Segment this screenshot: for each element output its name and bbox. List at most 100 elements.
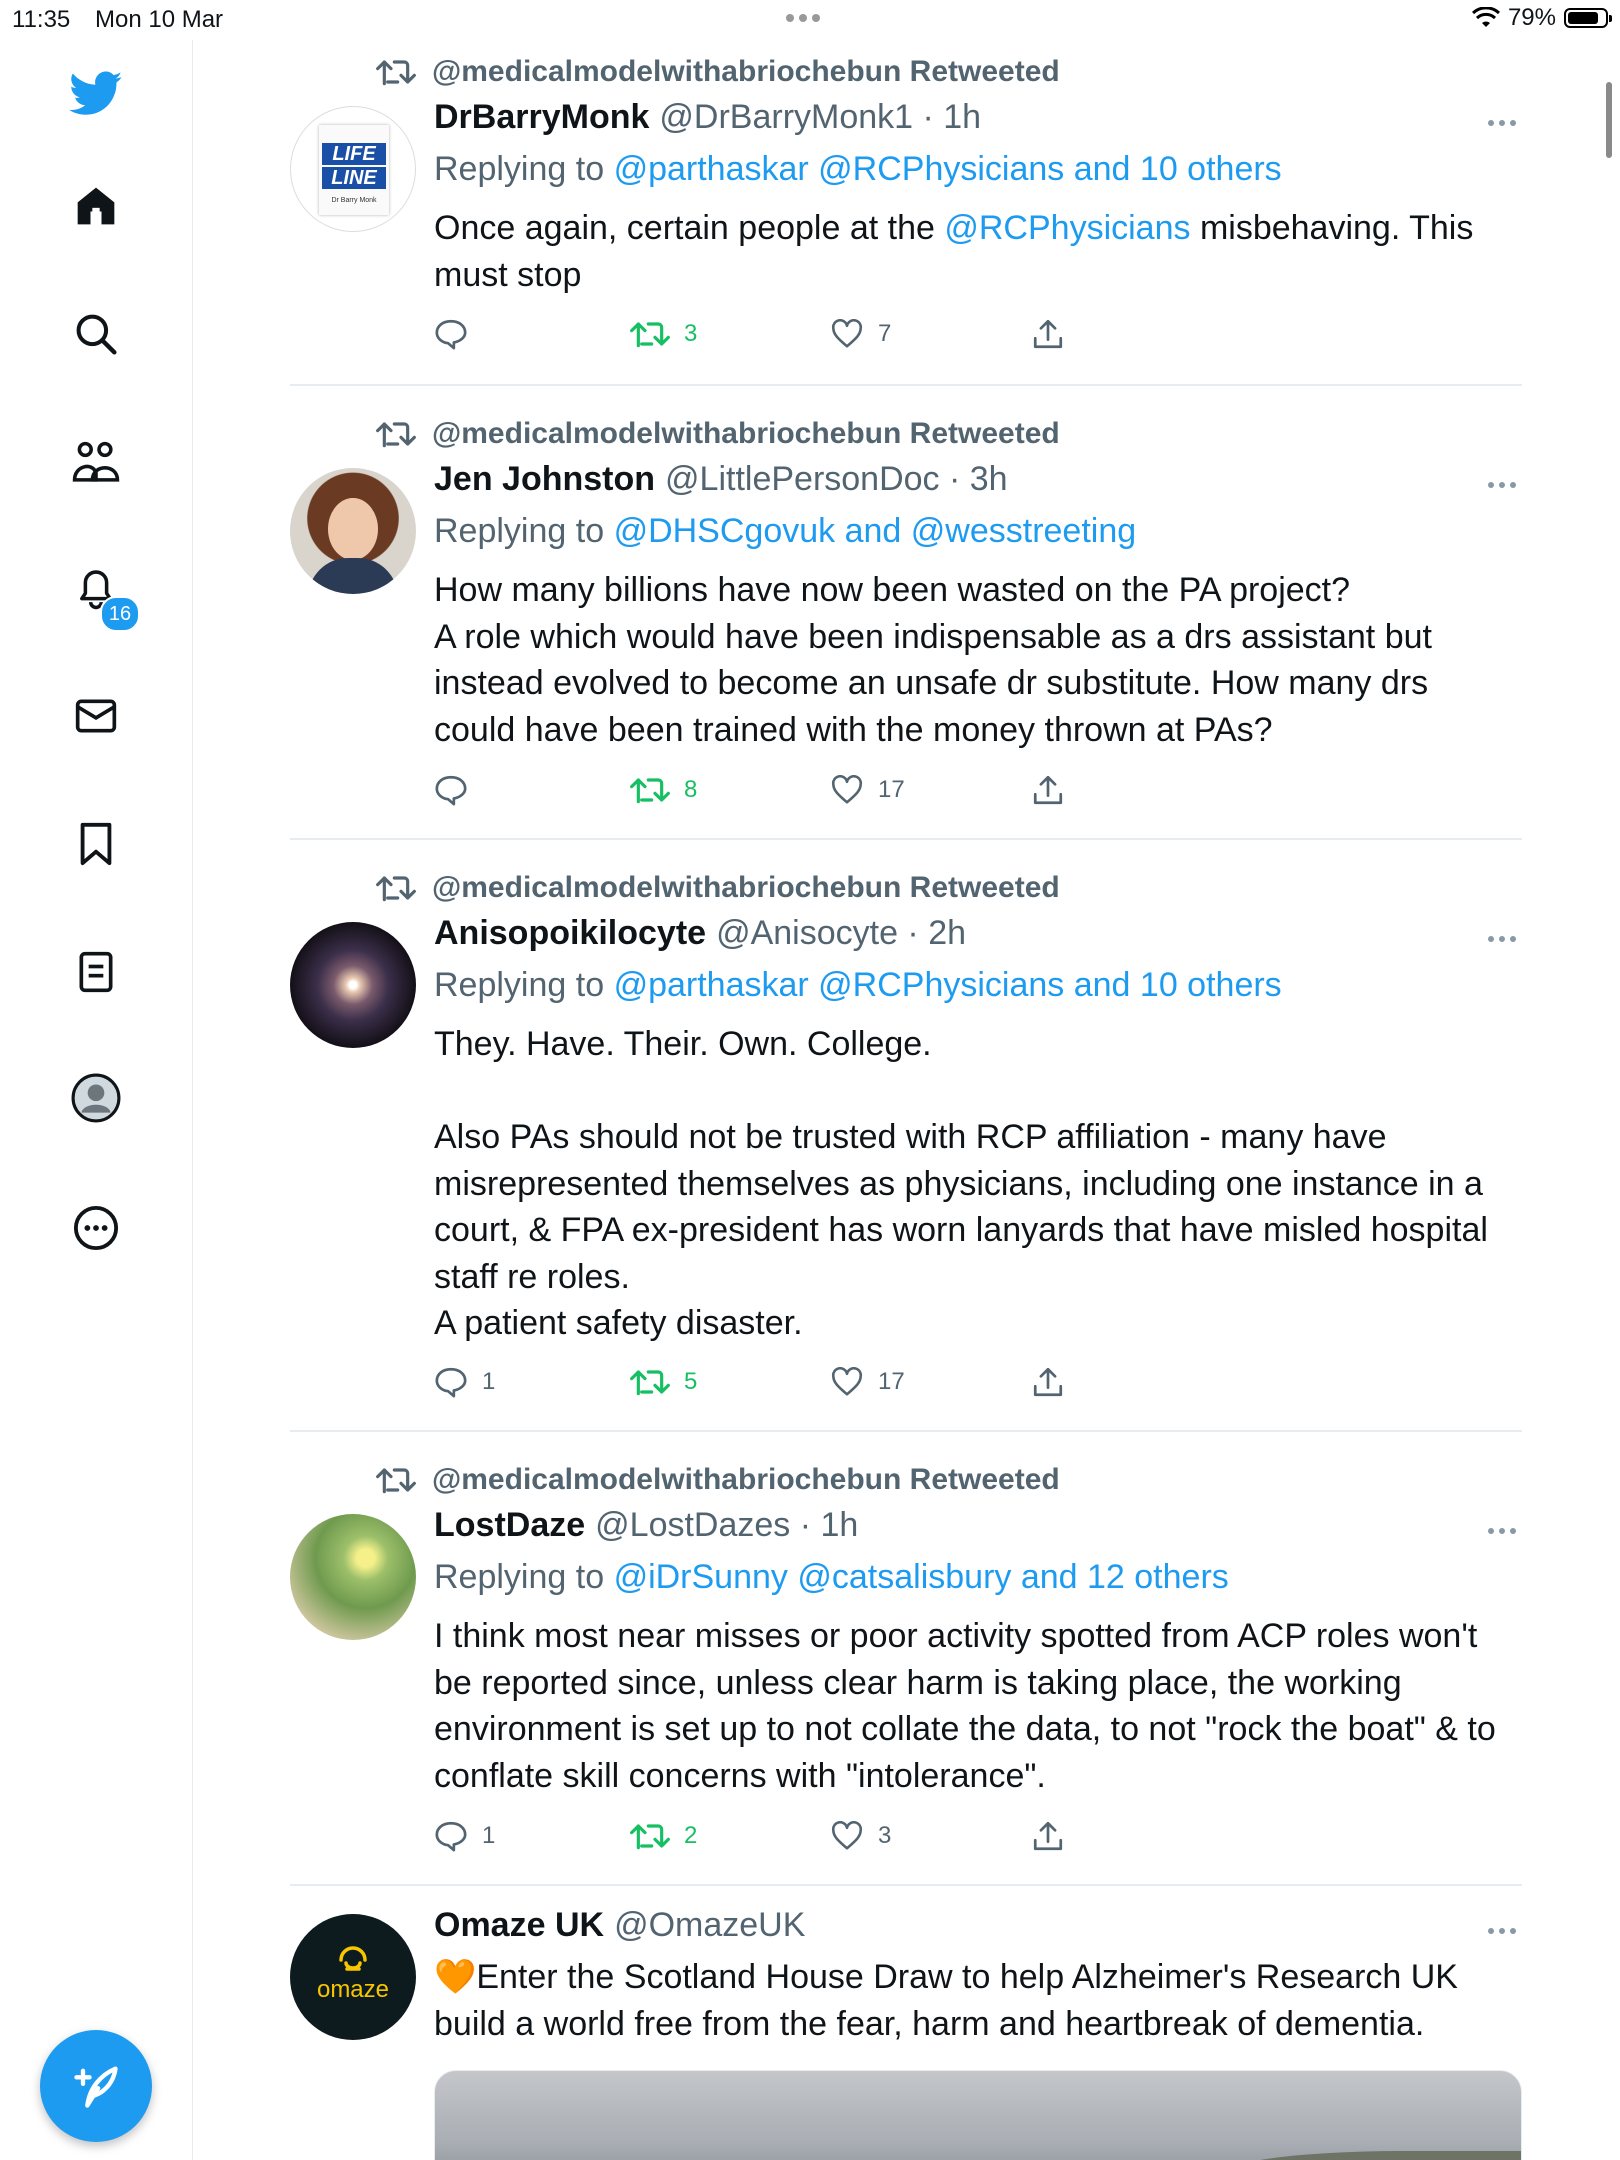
retweet-button[interactable]: 8 bbox=[630, 770, 697, 810]
reply-button[interactable] bbox=[434, 770, 482, 810]
retweet-count: 8 bbox=[684, 776, 698, 803]
retweet-icon bbox=[376, 1468, 416, 1494]
retweet-icon bbox=[376, 60, 416, 86]
multitasking-dots-icon[interactable] bbox=[786, 14, 820, 22]
home-icon[interactable] bbox=[66, 176, 126, 236]
bookmarks-icon[interactable] bbox=[66, 814, 126, 874]
author-name[interactable]: LostDaze bbox=[434, 1506, 585, 1545]
heart-icon bbox=[831, 319, 863, 348]
tweet-text: Once again, certain people at the @RCPhy… bbox=[434, 205, 1514, 298]
retweet-count: 5 bbox=[684, 1368, 698, 1395]
author-name[interactable]: Anisopoikilocyte bbox=[434, 914, 706, 953]
share-icon bbox=[1033, 1821, 1063, 1851]
tweet-actions: 3 7 bbox=[434, 314, 1134, 354]
retweet-button[interactable]: 2 bbox=[630, 1816, 697, 1856]
reply-button[interactable] bbox=[434, 314, 482, 354]
tweet[interactable]: @medicalmodelwithabriochebun Retweeted J… bbox=[290, 402, 1522, 840]
more-options-icon[interactable] bbox=[1488, 482, 1516, 488]
tweet-text: I think most near misses or poor activit… bbox=[434, 1613, 1514, 1799]
like-button[interactable]: 3 bbox=[830, 1816, 891, 1856]
retweet-icon bbox=[630, 1370, 670, 1396]
replying-to-links[interactable]: @iDrSunny @catsalisbury and 12 others bbox=[614, 1558, 1229, 1596]
avatar[interactable]: LIFE LINE Dr Barry Monk bbox=[290, 106, 416, 232]
retweet-icon bbox=[376, 876, 416, 902]
replying-to: Replying to @parthaskar @RCPhysicians an… bbox=[434, 966, 1282, 1005]
replying-to: Replying to @DHSCgovuk and @wesstreeting bbox=[434, 512, 1136, 551]
more-options-icon[interactable] bbox=[1488, 1928, 1516, 1934]
reply-icon bbox=[435, 1821, 467, 1852]
share-button[interactable] bbox=[1032, 770, 1064, 810]
more-options-icon[interactable] bbox=[1488, 936, 1516, 942]
avatar[interactable] bbox=[290, 1514, 416, 1640]
author-name[interactable]: Jen Johnston bbox=[434, 460, 655, 499]
retweet-button[interactable]: 3 bbox=[630, 314, 697, 354]
reply-icon bbox=[435, 319, 467, 350]
reply-button[interactable]: 1 bbox=[434, 1816, 495, 1856]
mention-link[interactable]: @RCPhysicians bbox=[944, 209, 1190, 247]
like-button[interactable]: 7 bbox=[830, 314, 891, 354]
tweet[interactable]: @medicalmodelwithabriochebun Retweeted L… bbox=[290, 40, 1522, 386]
reply-button[interactable]: 1 bbox=[434, 1362, 495, 1402]
replying-to-links[interactable]: @DHSCgovuk and @wesstreeting bbox=[614, 512, 1137, 550]
retweet-count: 3 bbox=[684, 320, 698, 347]
sidebar: 16 bbox=[0, 40, 193, 2160]
tweet-text-line: They. Have. Their. Own. College. bbox=[434, 1025, 932, 1063]
lists-icon[interactable] bbox=[66, 942, 126, 1002]
search-icon[interactable] bbox=[66, 304, 126, 364]
twitter-logo-icon[interactable] bbox=[66, 64, 126, 124]
retweet-context: @medicalmodelwithabriochebun Retweeted bbox=[376, 868, 1060, 908]
replying-to-prefix: Replying to bbox=[434, 966, 605, 1004]
status-date: Mon 10 Mar bbox=[95, 6, 224, 33]
author-handle[interactable]: @LittlePersonDoc · 3h bbox=[665, 460, 1008, 499]
notifications-badge: 16 bbox=[100, 596, 140, 632]
like-button[interactable]: 17 bbox=[830, 1362, 905, 1402]
retweet-button[interactable]: 5 bbox=[630, 1362, 697, 1402]
tweet[interactable]: omaze Omaze UK @OmazeUK 🧡Enter the Scotl… bbox=[290, 1886, 1522, 2160]
author-handle[interactable]: @LostDazes · 1h bbox=[595, 1506, 858, 1545]
omaze-logo-icon bbox=[339, 1946, 367, 1971]
more-options-icon[interactable] bbox=[1488, 1528, 1516, 1534]
retweet-context: @medicalmodelwithabriochebun Retweeted bbox=[376, 52, 1060, 92]
replying-to: Replying to @iDrSunny @catsalisbury and … bbox=[434, 1558, 1229, 1597]
retweeted-by-label: @medicalmodelwithabriochebun Retweeted bbox=[432, 55, 1060, 88]
like-count: 17 bbox=[878, 776, 905, 803]
avatar[interactable] bbox=[290, 922, 416, 1048]
messages-icon[interactable] bbox=[66, 686, 126, 746]
scrollbar[interactable] bbox=[1606, 82, 1612, 158]
heart-icon bbox=[831, 1821, 863, 1850]
avatar-logo-author: Dr Barry Monk bbox=[331, 197, 377, 204]
compose-tweet-button[interactable] bbox=[40, 2030, 152, 2142]
reply-icon bbox=[435, 1367, 467, 1398]
tweet[interactable]: @medicalmodelwithabriochebun Retweeted L… bbox=[290, 1448, 1522, 1886]
author-handle[interactable]: @DrBarryMonk1 · 1h bbox=[659, 98, 981, 137]
replying-to-links[interactable]: @parthaskar @RCPhysicians and 10 others bbox=[614, 150, 1282, 188]
divider bbox=[290, 384, 1522, 386]
tweet-media-image[interactable] bbox=[434, 2070, 1522, 2160]
avatar[interactable] bbox=[290, 468, 416, 594]
author-name[interactable]: Omaze UK bbox=[434, 1906, 604, 1945]
retweet-icon bbox=[630, 322, 670, 348]
more-icon[interactable] bbox=[66, 1198, 126, 1258]
heart-icon bbox=[831, 775, 863, 804]
avatar[interactable]: omaze bbox=[290, 1914, 416, 2040]
share-button[interactable] bbox=[1032, 314, 1064, 354]
compose-feather-icon bbox=[74, 2066, 118, 2108]
like-count: 7 bbox=[878, 320, 892, 347]
reply-count: 1 bbox=[482, 1368, 496, 1395]
share-button[interactable] bbox=[1032, 1362, 1064, 1402]
like-button[interactable]: 17 bbox=[830, 770, 905, 810]
share-button[interactable] bbox=[1032, 1816, 1064, 1856]
avatar-logo-text-2: LINE bbox=[322, 167, 386, 189]
author-handle[interactable]: @OmazeUK bbox=[614, 1906, 805, 1945]
author-handle[interactable]: @Anisocyte · 2h bbox=[716, 914, 966, 953]
retweet-context: @medicalmodelwithabriochebun Retweeted bbox=[376, 1460, 1060, 1500]
replying-to-links[interactable]: @parthaskar @RCPhysicians and 10 others bbox=[614, 966, 1282, 1004]
tweet[interactable]: @medicalmodelwithabriochebun Retweeted A… bbox=[290, 856, 1522, 1432]
communities-icon[interactable] bbox=[66, 432, 126, 492]
profile-icon[interactable] bbox=[66, 1068, 126, 1128]
like-count: 17 bbox=[878, 1368, 905, 1395]
share-icon bbox=[1033, 319, 1063, 349]
retweet-icon bbox=[630, 778, 670, 804]
author-name[interactable]: DrBarryMonk bbox=[434, 98, 649, 137]
more-options-icon[interactable] bbox=[1488, 120, 1516, 126]
